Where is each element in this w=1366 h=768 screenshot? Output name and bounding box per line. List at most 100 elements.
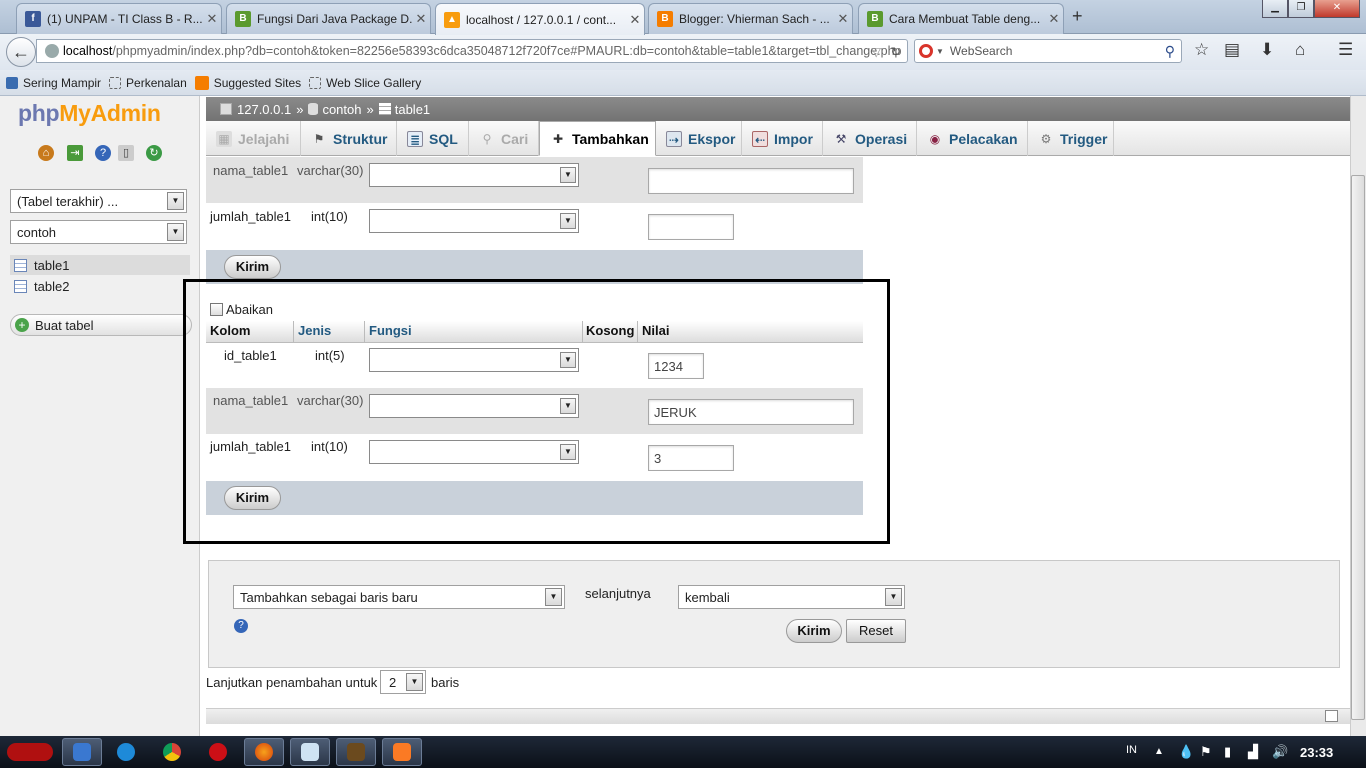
taskbar-firefox[interactable] [244,738,284,766]
help-icon[interactable]: ? [95,145,111,161]
action-center-flag-icon[interactable]: ⚑ [1200,744,1212,760]
network-icon[interactable]: ▟ [1248,744,1258,760]
bookmark-perkenalan[interactable]: Perkenalan [109,76,187,90]
function-select[interactable]: ▼ [369,348,579,372]
bookmark-suggested-sites[interactable]: Suggested Sites [194,75,301,90]
volume-icon[interactable]: 🔊 [1272,744,1288,760]
breadcrumb-db[interactable]: contoh [322,102,361,117]
phpmyadmin-logo[interactable]: phpMyAdmin [18,100,161,127]
close-icon[interactable]: ✕ [626,12,644,28]
taskbar-media[interactable] [106,738,146,766]
value-input[interactable] [648,168,854,194]
download-arrow-icon[interactable]: ⬇ [1260,40,1274,60]
recent-tables-select[interactable]: (Tabel terakhir) ... ▼ [10,189,187,213]
menu-icon[interactable]: ☰ [1338,40,1353,60]
sidebar-item-table2[interactable]: table2 [10,276,190,296]
header-fungsi[interactable]: Fungsi [369,323,412,338]
function-select[interactable]: ▼ [369,394,579,418]
search-placeholder: WebSearch [949,44,1013,58]
url-bar[interactable]: localhost/phpmyadmin/index.php?db=contoh… [36,39,908,63]
home-icon[interactable]: ⌂ [1295,40,1305,60]
row-count-select[interactable]: 2 ▼ [380,670,426,694]
language-indicator[interactable]: IN [1126,744,1137,756]
browser-tab-2[interactable]: B Fungsi Dari Java Package D... ✕ [226,3,431,34]
battery-icon[interactable]: ▮ [1224,744,1231,760]
tab-cari[interactable]: ⚲ Cari [469,121,539,156]
browser-tab-1[interactable]: f (1) UNPAM - TI Class B - R... ✕ [16,3,222,34]
breadcrumb-server[interactable]: 127.0.0.1 [237,102,291,117]
back-arrow-icon[interactable]: ← [6,37,36,67]
reload-icon[interactable]: ↻ [146,145,162,161]
database-select[interactable]: contoh ▼ [10,220,187,244]
minimize-icon[interactable]: ▁ [1262,0,1288,18]
documentation-icon[interactable]: ▯ [118,145,134,161]
logout-icon[interactable]: ⇥ [67,145,83,161]
close-icon[interactable]: ✕ [834,11,852,27]
taskbar-chrome[interactable] [152,738,192,766]
home-icon[interactable]: ⌂ [38,145,54,161]
search-icon[interactable]: ⚲ [1165,43,1175,60]
value-input[interactable]: 1234 [648,353,704,379]
breadcrumb-table[interactable]: table1 [395,102,430,117]
dropdown-arrow-icon: ▼ [936,46,944,56]
tab-jelajahi[interactable]: ▦ Jelajahi [206,121,301,156]
taskbar-notepad[interactable] [290,738,330,766]
bookmark-web-slice-gallery[interactable]: Web Slice Gallery [309,76,421,90]
header-jenis[interactable]: Jenis [298,323,331,338]
tab-pelacakan[interactable]: ◉ Pelacakan [917,121,1028,156]
bookmark-star-dropdown-icon[interactable]: ▽ [871,44,881,59]
continue-label: Lanjutkan penambahan untuk [206,675,378,690]
bookmark-sering-mampir[interactable]: Sering Mampir [6,76,101,90]
help-icon[interactable]: ? [234,619,248,633]
tab-title: Blogger: Vhierman Sach - ... [679,12,830,26]
scrollbar-thumb[interactable] [1351,175,1365,720]
console-icon[interactable] [1325,710,1338,722]
tab-operasi[interactable]: ⚒ Operasi [823,121,917,156]
close-icon[interactable]: ✕ [1045,11,1063,27]
browser-tab-3[interactable]: ▲ localhost / 127.0.0.1 / cont... ✕ [435,3,645,35]
window-close-icon[interactable]: ✕ [1314,0,1360,18]
create-table-button[interactable]: + Buat tabel [10,314,192,336]
taskbar-explorer[interactable] [62,738,102,766]
close-icon[interactable]: ✕ [203,11,221,27]
browser-tab-5[interactable]: B Cara Membuat Table deng... ✕ [858,3,1064,34]
header-kolom: Kolom [210,323,251,338]
taskbar-app[interactable] [336,738,376,766]
bookmark-star-icon[interactable]: ☆ [1194,40,1209,60]
value-input[interactable] [648,214,734,240]
tab-impor[interactable]: ⇠ Impor [742,121,823,156]
bookmarks-list-icon[interactable]: ▤ [1224,40,1240,60]
taskbar-opera[interactable] [198,738,238,766]
web-search-input[interactable]: ▼ WebSearch ⚲ [914,39,1182,63]
tab-sql[interactable]: ≣ SQL [397,121,469,156]
ignore-checkbox[interactable] [210,303,223,316]
tab-struktur[interactable]: ⚑ Struktur [301,121,397,156]
tab-tambahkan[interactable]: ✚ Tambahkan [539,121,656,156]
reload-icon[interactable]: ↻ [891,44,901,59]
function-select[interactable]: ▼ [369,209,579,233]
start-button[interactable] [2,738,58,766]
close-icon[interactable]: ✕ [412,11,430,27]
new-tab-plus-icon[interactable]: + [1072,6,1083,27]
maximize-icon[interactable]: ❐ [1288,0,1314,18]
browser-tab-4[interactable]: B Blogger: Vhierman Sach - ... ✕ [648,3,853,34]
function-select[interactable]: ▼ [369,440,579,464]
after-insert-select[interactable]: kembali ▼ [678,585,905,609]
tab-trigger[interactable]: ⚙ Trigger [1028,121,1114,156]
tray-expand-icon[interactable]: ▲ [1154,746,1164,757]
value-input[interactable]: JERUK [648,399,854,425]
taskbar-xampp[interactable] [382,738,422,766]
tray-drop-icon[interactable]: 💧 [1178,744,1194,760]
tab-ekspor[interactable]: ⇢ Ekspor [656,121,742,156]
insert-mode-select[interactable]: Tambahkan sebagai baris baru ▼ [233,585,565,609]
submit-button[interactable]: Kirim [224,486,281,510]
function-select[interactable]: ▼ [369,163,579,187]
reset-button[interactable]: Reset [846,619,906,643]
sidebar-item-table1[interactable]: table1 [10,255,190,275]
submit-button[interactable]: Kirim [786,619,842,643]
clock[interactable]: 23:33 [1300,745,1333,760]
form-footer [206,481,863,515]
search-engine-icon[interactable] [919,44,933,58]
submit-button[interactable]: Kirim [224,255,281,279]
value-input[interactable]: 3 [648,445,734,471]
